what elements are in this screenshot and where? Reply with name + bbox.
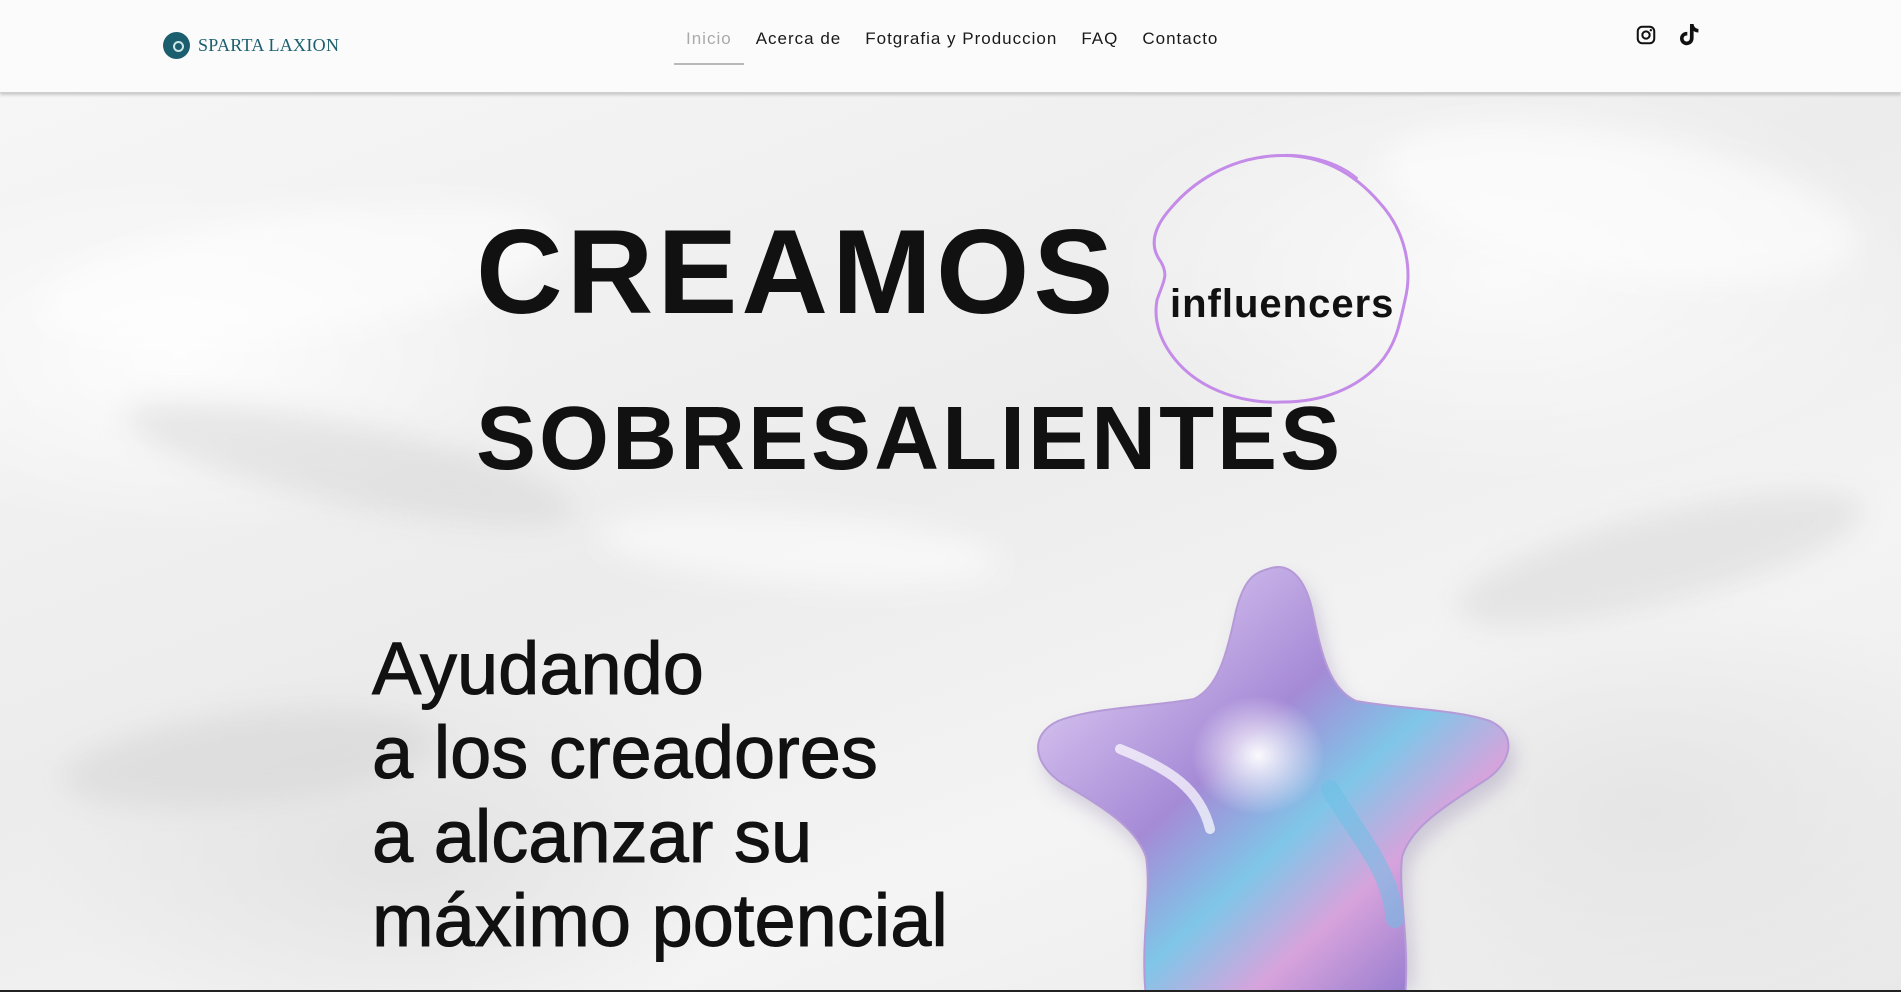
tagline-line: Ayudando [372,627,705,711]
headline-influencers: influencers [1170,282,1395,326]
site-logo[interactable]: SPARTA LAXION [163,30,339,60]
instagram-icon[interactable] [1633,22,1659,48]
fabric-fold [1371,94,1869,315]
nav-item-faq[interactable]: FAQ [1069,22,1130,56]
tiktok-icon[interactable] [1676,22,1702,48]
nav-item-contacto[interactable]: Contacto [1130,22,1230,56]
hero-tagline: Ayudando a los creadores a alcanzar su m… [372,627,949,963]
nav-item-inicio[interactable]: Inicio [674,22,744,65]
tagline-line: a alcanzar su [372,795,813,879]
logo-mark-icon [163,31,190,59]
main-nav: Inicio Acerca de Fotgrafia y Produccion … [674,22,1230,65]
tagline-line: máximo potencial [372,879,949,963]
headline-creamos: CREAMOS [476,205,1118,339]
fabric-fold [598,500,1002,598]
tagline-line: a los creadores [372,711,879,795]
hero-section: CREAMOS influencers SOBRESALIENTES Ayuda… [0,94,1901,992]
logo-text: SPARTA LAXION [198,34,340,55]
star-icon [1037,566,1515,992]
nav-item-acerca-de[interactable]: Acerca de [744,22,854,56]
site-header: SPARTA LAXION Inicio Acerca de Fotgrafia… [0,0,1901,93]
nav-item-fotografia[interactable]: Fotgrafia y Produccion [853,22,1069,56]
headline-sobresalientes: SOBRESALIENTES [476,389,1344,489]
scribble-circle-icon [1152,153,1410,404]
